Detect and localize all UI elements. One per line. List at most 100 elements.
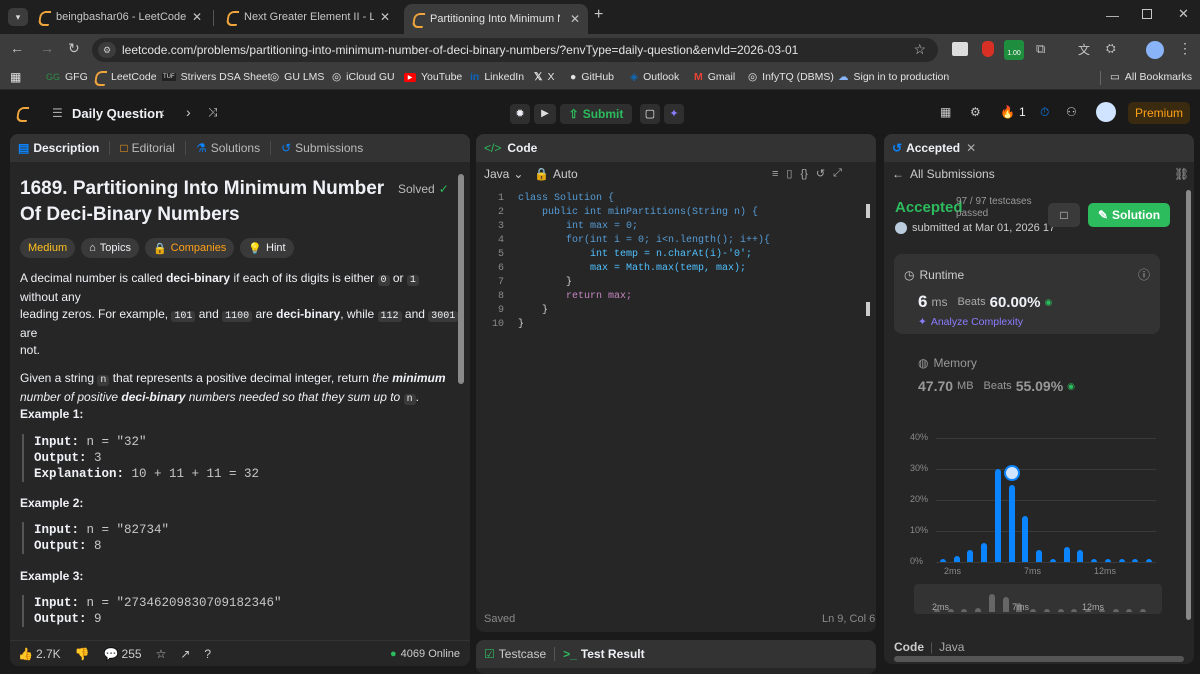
accepted-tab[interactable]: ↺ Accepted (892, 141, 960, 155)
tab-testcase[interactable]: ☑ Testcase (484, 647, 546, 661)
minimize-icon[interactable]: — (1106, 8, 1119, 23)
restore-icon[interactable] (1142, 9, 1152, 19)
share-icon[interactable]: ↗ (180, 647, 190, 661)
analyze-complexity-link[interactable]: ✦ Analyze Complexity (918, 316, 1023, 328)
leetcode-logo[interactable] (16, 107, 28, 119)
topics-tag[interactable]: ⌂ Topics (81, 238, 139, 258)
user-avatar[interactable] (1096, 102, 1116, 122)
extensions-puzzle-icon[interactable]: ⧉ (1036, 41, 1045, 57)
translate-icon[interactable]: 文 (1078, 41, 1090, 58)
close-tab-icon[interactable]: ✕ (380, 10, 390, 24)
comments-button[interactable]: 💬 255 (104, 647, 142, 661)
chart-bar[interactable] (953, 555, 960, 562)
star-icon[interactable]: ☆ (156, 647, 167, 661)
bookmark-strivers[interactable]: TUF Strivers DSA Sheet (162, 71, 271, 83)
info-icon[interactable]: ⓘ (1138, 266, 1150, 283)
new-tab-button[interactable]: + (594, 6, 603, 24)
chart-bar[interactable] (1008, 484, 1015, 562)
tab-search-button[interactable]: ▾ (8, 8, 28, 26)
chart-bar[interactable] (994, 469, 1001, 562)
debug-icon[interactable]: ✹ (510, 104, 530, 124)
chart-bar[interactable] (1104, 558, 1111, 562)
all-bookmarks[interactable]: ▭ All Bookmarks (1110, 71, 1192, 83)
all-submissions-link[interactable]: ← All Submissions (892, 167, 995, 181)
runtime-distribution-chart[interactable]: 40% 30% 20% 10% 0% 2ms 7ms 12ms (884, 424, 1184, 584)
bookmark-gu-lms[interactable]: ◎ GU LMS (270, 71, 324, 83)
tab-description[interactable]: ▤ Description (18, 141, 99, 155)
runtime-card[interactable]: ◷ Runtime ⓘ 6 ms Beats 60.00% ◉ ✦ Analyze … (894, 254, 1160, 334)
chart-bar[interactable] (939, 558, 946, 562)
settings-gear-icon[interactable]: ⚙ (970, 105, 981, 119)
daily-question-label[interactable]: Daily Question (72, 106, 163, 121)
help-icon[interactable]: ? (204, 647, 211, 661)
bookmark-gmail[interactable]: M Gmail (694, 71, 735, 83)
bookmark-icloud[interactable]: ◎ iCloud GU (332, 71, 395, 83)
profile-avatar[interactable] (1146, 41, 1164, 59)
extension-icon[interactable] (952, 42, 968, 56)
close-tab-icon[interactable]: ✕ (570, 12, 580, 26)
add-friend-icon[interactable]: ⚇ (1066, 105, 1077, 119)
layout-icon[interactable]: ▦ (940, 105, 951, 119)
browser-tab[interactable]: Next Greater Element II - LeetC ✕ (218, 4, 398, 30)
timer-icon[interactable]: ⏱ (1040, 105, 1049, 120)
chart-bar[interactable] (1049, 558, 1056, 562)
chart-bar[interactable] (1022, 515, 1029, 562)
next-question-icon[interactable]: › (186, 104, 191, 120)
shuffle-icon[interactable]: ⤨ (208, 105, 218, 120)
chart-bar[interactable] (1063, 546, 1070, 562)
bookmark-sign-in[interactable]: ☁ Sign in to production (838, 71, 949, 83)
prev-question-icon[interactable]: ‹ (160, 104, 165, 120)
reload-icon[interactable]: ↻ (68, 40, 80, 57)
link-icon[interactable]: ⛓ (1174, 167, 1189, 181)
back-icon[interactable]: ← (10, 40, 24, 56)
vertical-scrollbar[interactable] (1186, 190, 1191, 620)
chart-bar[interactable] (1091, 558, 1098, 562)
url-bar[interactable]: ⚙ leetcode.com/problems/partitioning-int… (92, 38, 938, 62)
chart-bar[interactable] (1132, 558, 1139, 562)
extension-shield-icon[interactable] (982, 41, 994, 57)
braces-icon[interactable]: {} (800, 168, 807, 180)
language-select[interactable]: Java ⌄ (484, 167, 523, 181)
site-info-icon[interactable]: ⚙ (98, 42, 116, 58)
tab-editorial[interactable]: □ Editorial (120, 141, 175, 155)
bookmark-infytq[interactable]: ◎ InfyTQ (DBMS) (748, 71, 834, 83)
autocomplete-mode[interactable]: 🔒 Auto (534, 167, 578, 181)
format-icon[interactable]: ≡ (772, 168, 778, 180)
hint-tag[interactable]: 💡 Hint (240, 238, 294, 258)
bookmark-youtube[interactable]: ▶ YouTube (404, 71, 462, 83)
forward-icon[interactable]: → (40, 40, 54, 56)
like-button[interactable]: 👍 2.7K (18, 647, 61, 661)
reset-icon[interactable]: ↺ (816, 167, 825, 180)
fullscreen-icon[interactable]: ⤢ (833, 167, 842, 180)
dislike-icon[interactable]: 👎 (75, 647, 90, 661)
bookmark-github[interactable]: ● GitHub (570, 71, 614, 83)
submit-button[interactable]: ⇧ Submit (560, 104, 632, 124)
difficulty-badge[interactable]: Medium (20, 238, 76, 258)
ai-sparkle-icon[interactable]: ✦ (664, 104, 684, 124)
browser-tab-active[interactable]: Partitioning Into Minimum Num ✕ (404, 4, 588, 34)
bookmark-gfg[interactable]: GG GFG (46, 71, 88, 83)
notes-icon[interactable]: ▢ (640, 104, 660, 124)
bookmark-icon[interactable]: ▯ (786, 167, 792, 180)
bookmark-x[interactable]: 𝕏X (534, 71, 554, 83)
chart-bar[interactable] (1036, 549, 1043, 562)
streak-counter[interactable]: 🔥 1 (1000, 105, 1026, 119)
close-tab-icon[interactable]: ✕ (966, 141, 976, 155)
apps-grid-icon[interactable]: ▦ (10, 70, 21, 84)
chrome-menu-icon[interactable]: ⋮ (1178, 40, 1192, 57)
incognito-icon[interactable]: ⛭ (1106, 41, 1116, 56)
close-window-icon[interactable]: ✕ (1178, 6, 1189, 22)
extension-badge[interactable]: 1.00 (1004, 40, 1024, 60)
tab-solutions[interactable]: ⚗ Solutions (196, 141, 260, 155)
premium-button[interactable]: Premium (1128, 102, 1190, 124)
chart-bar[interactable] (1146, 558, 1153, 562)
chart-bar[interactable] (1118, 558, 1125, 562)
run-button[interactable]: ▶ (534, 104, 556, 124)
bookmark-linkedin[interactable]: in LinkedIn (470, 71, 524, 83)
editorial-book-button[interactable]: □ (1048, 203, 1080, 227)
solution-button[interactable]: ✎ Solution (1088, 203, 1170, 227)
chart-bar[interactable] (981, 543, 988, 562)
scrollbar[interactable] (458, 174, 464, 384)
bookmark-outlook[interactable]: ◈ Outlook (630, 71, 679, 83)
chart-bar[interactable] (967, 549, 974, 562)
